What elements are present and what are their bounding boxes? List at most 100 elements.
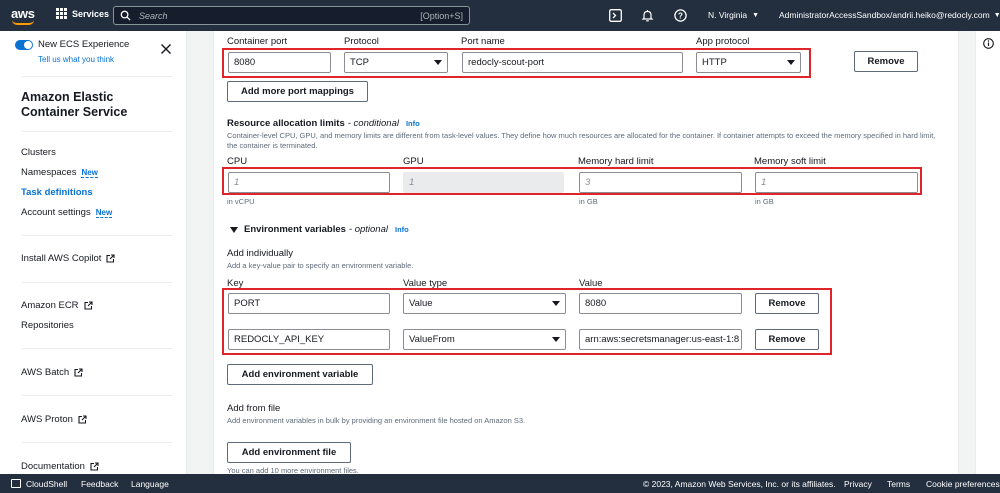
footer-cloudshell-link[interactable]: CloudShell [26, 479, 67, 489]
sidebar-item-label: Task definitions [21, 187, 93, 198]
footer-privacy-link[interactable]: Privacy [844, 479, 872, 489]
sidebar-item-label: Repositories [21, 320, 74, 331]
remove-port-mapping-button[interactable]: Remove [854, 51, 918, 72]
env-value-type-select[interactable]: Value [403, 293, 566, 314]
region-selector[interactable]: N. Virginia ▼ [708, 10, 759, 20]
divider [22, 348, 172, 349]
sidebar-item-task-definitions[interactable]: Task definitions [21, 187, 93, 198]
env-vars-expander[interactable]: Environment variables - optional Info [230, 224, 409, 235]
add-from-file-label: Add from file [227, 403, 281, 414]
sidebar-item-account-settings[interactable]: Account settings New [21, 207, 113, 218]
region-label: N. Virginia [708, 10, 748, 20]
divider [22, 76, 172, 77]
aws-proton-link[interactable]: AWS Proton [21, 414, 87, 425]
resource-limits-suffix: - conditional [347, 118, 399, 129]
divider [22, 282, 172, 283]
env-key-input[interactable]: PORT [228, 293, 390, 314]
aws-logo[interactable]: aws [11, 6, 39, 26]
footer-cookie-preferences-link[interactable]: Cookie preferences [926, 479, 1000, 489]
sidebar-item-label: AWS Batch [21, 367, 70, 378]
protocol-value: TCP [350, 57, 369, 68]
memory-hard-limit-label: Memory hard limit [578, 156, 654, 167]
env-value-type-value: Value [409, 298, 433, 309]
resource-limits-heading: Resource allocation limits - conditional… [227, 118, 420, 129]
caret-down-icon [230, 226, 238, 233]
new-badge: New [95, 207, 113, 218]
sidebar-item-namespaces[interactable]: Namespaces New [21, 167, 98, 178]
search-input[interactable]: Search [Option+S] [113, 6, 470, 25]
footer-terms-link[interactable]: Terms [887, 479, 910, 489]
cpu-hint: in vCPU [227, 197, 255, 206]
aws-batch-link[interactable]: AWS Batch [21, 367, 83, 378]
app-protocol-label: App protocol [696, 36, 750, 47]
protocol-select[interactable]: TCP [344, 52, 448, 73]
port-name-label: Port name [461, 36, 505, 47]
env-vars-info-link[interactable]: Info [395, 225, 409, 234]
footer-feedback-link[interactable]: Feedback [81, 479, 118, 489]
sidebar-item-label: Amazon ECR [21, 300, 79, 311]
env-vars-title: Environment variables [244, 224, 346, 235]
cloudshell-icon[interactable] [609, 9, 622, 22]
new-ecs-experience-toggle[interactable] [15, 40, 33, 50]
gpu-input: 1 [403, 172, 564, 193]
top-navigation: aws Services Search [Option+S] ? N. Virg… [0, 0, 1000, 31]
aws-logo-smile [12, 20, 34, 25]
env-value-input[interactable]: arn:aws:secretsmanager:us-east-1:8 [579, 329, 742, 350]
amazon-ecr-link[interactable]: Amazon ECR [21, 300, 93, 311]
sidebar-item-label: AWS Proton [21, 414, 73, 425]
services-menu-button[interactable]: Services [56, 8, 109, 19]
env-key-input[interactable]: REDOCLY_API_KEY [228, 329, 390, 350]
app-protocol-select[interactable]: HTTP [696, 52, 801, 73]
account-label: AdministratorAccessSandbox/andrii.heiko@… [779, 10, 990, 20]
add-environment-variable-button[interactable]: Add environment variable [227, 364, 373, 385]
key-column-label: Key [227, 278, 244, 289]
documentation-link[interactable]: Documentation [21, 461, 99, 472]
sidebar-item-label: Account settings [21, 207, 91, 218]
info-icon[interactable] [983, 38, 994, 49]
footer-language-link[interactable]: Language [131, 479, 169, 489]
container-port-label: Container port [227, 36, 288, 47]
search-icon [120, 10, 131, 21]
divider [22, 131, 172, 132]
svg-text:?: ? [678, 11, 683, 20]
sidebar: New ECS Experience Tell us what you thin… [0, 31, 187, 474]
help-icon[interactable]: ? [674, 9, 687, 22]
remove-env-var-button[interactable]: Remove [755, 329, 819, 350]
chevron-down-icon: ▼ [752, 11, 759, 19]
sidebar-item-clusters[interactable]: Clusters [21, 147, 56, 158]
env-value-input[interactable]: 8080 [579, 293, 742, 314]
search-placeholder: Search [139, 10, 168, 21]
notifications-bell-icon[interactable] [641, 9, 654, 22]
install-aws-copilot-link[interactable]: Install AWS Copilot [21, 253, 115, 264]
container-port-input[interactable]: 8080 [228, 52, 331, 73]
memory-soft-limit-input[interactable]: 1 [755, 172, 918, 193]
chevron-down-icon: ▼ [993, 11, 1000, 19]
env-value-type-select[interactable]: ValueFrom [403, 329, 566, 350]
repositories-link[interactable]: Repositories [21, 320, 74, 331]
main-content: Container port Protocol Port name App pr… [187, 31, 975, 474]
port-name-input[interactable]: redocly-scout-port [462, 52, 683, 73]
cpu-input[interactable]: 1 [228, 172, 390, 193]
remove-env-var-button[interactable]: Remove [755, 293, 819, 314]
sidebar-item-label: Documentation [21, 461, 85, 472]
cpu-label: CPU [227, 156, 248, 167]
external-link-icon [84, 301, 93, 310]
add-environment-file-button[interactable]: Add environment file [227, 442, 351, 463]
memory-hard-limit-input[interactable]: 3 [579, 172, 742, 193]
sidebar-item-label: Install AWS Copilot [21, 253, 102, 264]
close-icon[interactable] [160, 43, 172, 55]
resource-limits-title: Resource allocation limits [227, 118, 345, 129]
external-link-icon [106, 254, 115, 263]
env-file-hint: You can add 10 more environment files. [227, 466, 359, 474]
add-individually-description: Add a key-value pair to specify an envir… [227, 261, 414, 270]
add-more-port-mappings-button[interactable]: Add more port mappings [227, 81, 368, 102]
value-column-label: Value [579, 278, 603, 289]
account-menu[interactable]: AdministratorAccessSandbox/andrii.heiko@… [779, 10, 1000, 20]
memory-soft-hint: in GB [755, 197, 774, 206]
service-title[interactable]: Amazon Elastic Container Service [21, 90, 161, 120]
tell-us-link[interactable]: Tell us what you think [38, 55, 114, 64]
caret-down-icon [552, 301, 560, 306]
grid-icon [56, 8, 67, 19]
resource-limits-info-link[interactable]: Info [406, 119, 420, 128]
footer: CloudShell Feedback Language © 2023, Ama… [0, 474, 1000, 493]
